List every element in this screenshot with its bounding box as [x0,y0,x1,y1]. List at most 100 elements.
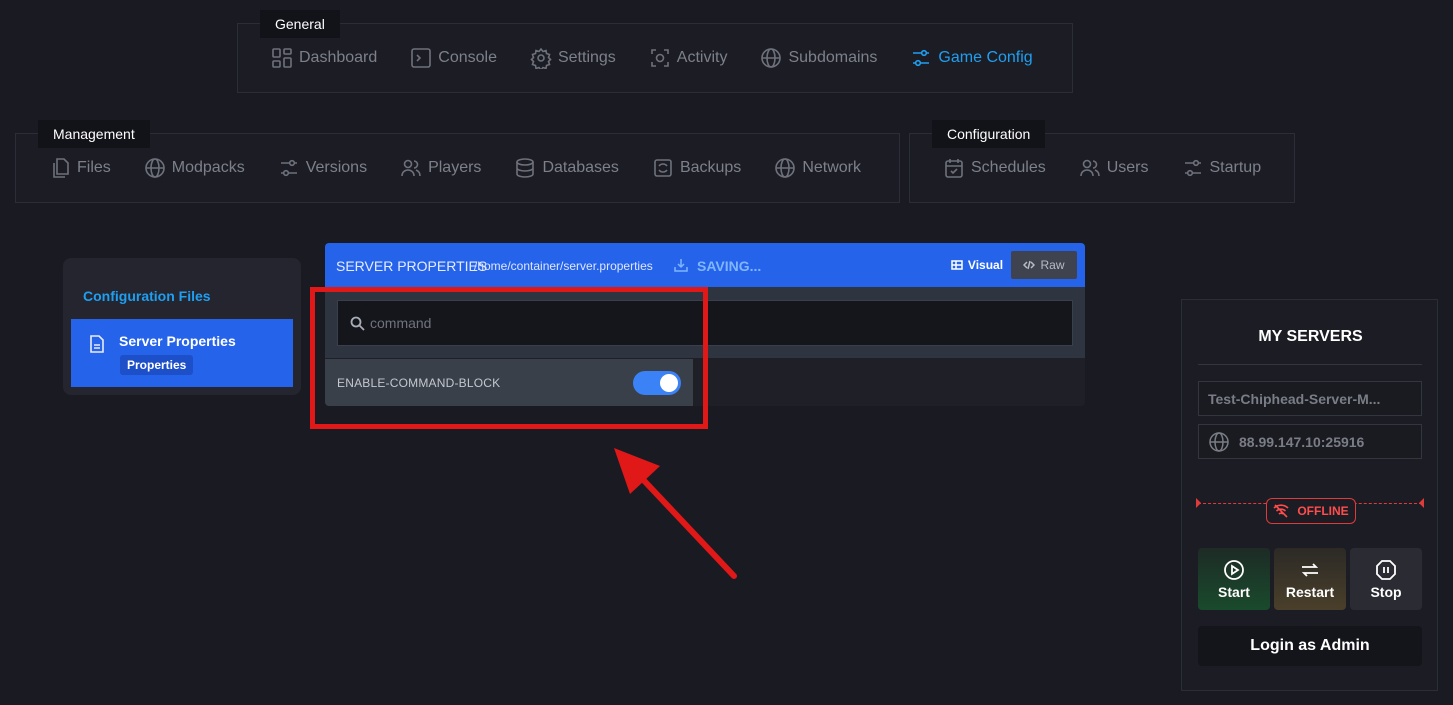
status-divider-cap-left [1196,498,1201,508]
file-icon [90,335,104,353]
nav-startup[interactable]: Startup [1182,157,1262,179]
nav-versions-label: Versions [305,159,368,176]
server-address[interactable]: 88.99.147.10:25916 [1198,424,1422,459]
calendar-icon [945,159,963,178]
save-status: SAVING... [697,258,762,274]
sliders-icon [280,159,297,177]
nav-backups[interactable]: Backups [652,157,741,179]
management-nav-group: Management Files Modpacks Versions Playe… [15,120,900,203]
status-badge: OFFLINE [1266,498,1356,524]
general-nav-group: General Dashboard Console Settings Activ… [237,10,1073,93]
nav-users-label: Users [1106,159,1149,176]
raw-mode-button[interactable]: Raw [1011,251,1077,279]
my-servers-panel: MY SERVERS Test-Chiphead-Server-M... 88.… [1181,299,1438,691]
nav-game-config-label: Game Config [938,49,1033,66]
search-icon [350,316,365,331]
configuration-nav-group: Configuration Schedules Users Startup [909,120,1295,203]
globe-icon [761,48,782,68]
annotation-arrow-icon [614,448,737,579]
nav-players[interactable]: Players [400,157,481,179]
nav-modpacks[interactable]: Modpacks [144,157,245,179]
nav-schedules-label: Schedules [971,159,1046,176]
nav-versions[interactable]: Versions [278,157,367,179]
code-icon [1023,260,1036,270]
nav-files[interactable]: Files [49,157,111,179]
restart-button[interactable]: Restart [1274,548,1346,610]
nav-backups-label: Backups [679,159,742,176]
nav-subdomains-label: Subdomains [788,49,878,66]
start-button[interactable]: Start [1198,548,1270,610]
visual-mode-button[interactable]: Visual [947,251,1007,279]
activity-icon [650,49,669,67]
nav-game-config[interactable]: Game Config [910,47,1033,69]
restart-icon [1301,562,1319,577]
nav-startup-label: Startup [1209,159,1262,176]
sliders-icon [1184,159,1201,177]
nav-schedules[interactable]: Schedules [943,157,1046,179]
property-search-area [325,287,1085,358]
start-label: Start [1218,583,1250,600]
configuration-files-panel: Configuration Files Server Properties Pr… [63,258,301,395]
dashboard-icon [272,48,292,68]
stop-label: Stop [1370,583,1402,600]
backup-icon [654,159,672,177]
configuration-files-title: Configuration Files [83,288,211,304]
server-properties-editor: SERVER PROPERTIES /home/container/server… [325,243,1085,406]
property-search-input[interactable] [370,301,1060,345]
nav-dashboard[interactable]: Dashboard [271,47,377,69]
editor-file-path: /home/container/server.properties [474,259,653,273]
wifi-off-icon [1273,504,1289,518]
table-icon [951,260,963,270]
editor-header: SERVER PROPERTIES /home/container/server… [325,243,1085,287]
console-icon [411,48,432,68]
nav-console-label: Console [438,49,497,66]
sliders-icon [913,49,930,67]
nav-settings[interactable]: Settings [530,47,616,69]
nav-players-label: Players [428,159,482,176]
my-servers-title: MY SERVERS [1258,328,1363,345]
database-icon [516,158,535,178]
save-icon [674,259,688,272]
status-text: OFFLINE [1297,504,1349,518]
config-file-badge: Properties [120,355,194,375]
nav-activity[interactable]: Activity [649,47,728,69]
config-file-name: Server Properties [119,333,236,349]
server-address-text: 88.99.147.10:25916 [1239,433,1365,450]
nav-network-label: Network [802,159,861,176]
nav-databases-label: Databases [542,159,619,176]
files-icon [53,158,69,178]
nav-files-label: Files [77,159,111,176]
users-icon [401,159,421,177]
config-file-server-properties[interactable]: Server Properties Properties [71,319,293,387]
nav-console[interactable]: Console [410,47,497,69]
nav-activity-label: Activity [676,49,728,66]
nav-modpacks-label: Modpacks [171,159,245,176]
raw-mode-label: Raw [1040,258,1065,272]
nav-databases[interactable]: Databases [514,157,619,179]
nav-users[interactable]: Users [1079,157,1149,179]
server-name[interactable]: Test-Chiphead-Server-M... [1198,381,1422,416]
enable-command-block-toggle[interactable] [633,371,681,395]
globe-icon [1209,431,1229,452]
globe-icon [775,158,796,178]
nav-network[interactable]: Network [774,157,861,179]
editor-title: SERVER PROPERTIES [336,258,488,274]
play-icon [1224,559,1244,580]
stop-icon [1376,559,1396,580]
nav-subdomains[interactable]: Subdomains [760,47,877,69]
property-search-box [337,300,1073,346]
globe-icon [144,158,165,178]
property-row: ENABLE-COMMAND-BLOCK [325,359,693,406]
gear-icon [530,47,552,69]
stop-button[interactable]: Stop [1350,548,1422,610]
restart-label: Restart [1285,583,1335,600]
property-key: ENABLE-COMMAND-BLOCK [337,376,501,390]
nav-settings-label: Settings [557,49,616,66]
divider [1198,364,1422,365]
login-as-admin-button[interactable]: Login as Admin [1198,626,1422,666]
toggle-knob [660,374,678,392]
nav-dashboard-label: Dashboard [299,49,378,66]
visual-mode-label: Visual [967,258,1004,272]
users-icon [1079,159,1100,177]
status-divider-cap-right [1419,498,1424,508]
